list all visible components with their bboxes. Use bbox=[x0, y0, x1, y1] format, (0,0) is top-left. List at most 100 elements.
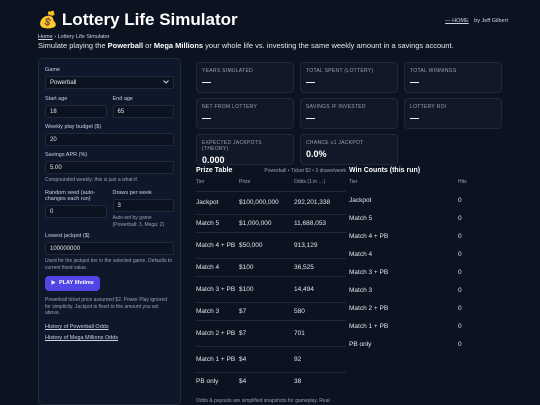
prize-table-section: Prize Table Powerball • Ticket $2 • 3 dr… bbox=[196, 167, 346, 390]
stat-card: SAVINGS IF INVESTED — bbox=[300, 98, 398, 129]
draws-input[interactable]: 3 bbox=[112, 198, 174, 212]
start-age-input[interactable]: 18 bbox=[45, 105, 107, 118]
home-link[interactable]: — HOME bbox=[445, 18, 469, 24]
game-label: Game bbox=[45, 67, 60, 73]
tier-cell: Match 3 + PB bbox=[349, 268, 389, 276]
breadcrumb-separator: › bbox=[54, 34, 57, 40]
tier-cell: Jackpot bbox=[349, 196, 372, 204]
tier-cell: Match 4 + PB bbox=[196, 231, 239, 258]
stat-card: LOTTERY ROI — bbox=[404, 98, 502, 129]
stat-value: — bbox=[306, 113, 315, 123]
jackpot-hint: Used for the jackpot tier in the selecte… bbox=[45, 258, 173, 271]
prize-cell: $100 bbox=[239, 275, 294, 302]
prize-table-header-row: Tier Prize Odds (1 in …) bbox=[196, 179, 346, 191]
prize-table-title: Prize Table bbox=[196, 167, 233, 174]
subtitle-game1: Powerball bbox=[107, 41, 144, 50]
tier-cell: Match 3 bbox=[349, 286, 373, 294]
stat-value: — bbox=[202, 113, 211, 123]
play-icon bbox=[51, 280, 56, 287]
prize-table-row: Match 3 $7 580 bbox=[196, 301, 346, 320]
hits-cell: 0 bbox=[458, 250, 462, 258]
stat-label: TOTAL SPENT (LOTTERY) bbox=[306, 68, 374, 74]
win-counts-row: Match 1 + PB 0 bbox=[349, 317, 499, 335]
stat-value: — bbox=[202, 77, 211, 87]
stat-card: CHANCE ≥1 JACKPOT 0.0% bbox=[300, 134, 398, 165]
tier-cell: Match 1 + PB bbox=[349, 322, 389, 330]
mega-millions-odds-link[interactable]: History of Mega Millions Odds bbox=[45, 335, 174, 341]
tier-cell: PB only bbox=[196, 371, 239, 390]
prize-cell: $100,000,000 bbox=[239, 190, 294, 214]
chevron-down-icon bbox=[163, 79, 169, 86]
breadcrumb-home-link[interactable]: Home bbox=[38, 34, 53, 40]
prize-cell: $50,000 bbox=[239, 231, 294, 258]
author-credit: by Jeff Gilbert bbox=[474, 18, 508, 24]
win-counts-row: Match 5 0 bbox=[349, 209, 499, 227]
hits-cell: 0 bbox=[458, 286, 462, 294]
stat-label: EXPECTED JACKPOTS (THEORY) bbox=[202, 140, 262, 152]
prize-table-row: Match 3 + PB $100 14,494 bbox=[196, 275, 346, 302]
tier-cell: Match 3 bbox=[196, 301, 239, 320]
prize-cell: $7 bbox=[239, 319, 294, 346]
budget-input[interactable]: 20 bbox=[45, 133, 174, 146]
win-counts-header-row: Tier Hits bbox=[349, 179, 499, 191]
win-counts-row: Match 2 + PB 0 bbox=[349, 299, 499, 317]
prize-table-row: Jackpot $100,000,000 292,201,338 bbox=[196, 190, 346, 214]
odds-cell: 701 bbox=[294, 319, 346, 346]
prize-cell: $1,000,000 bbox=[239, 213, 294, 232]
subtitle-text: or bbox=[143, 41, 154, 50]
prize-table-row: Match 2 + PB $7 701 bbox=[196, 319, 346, 346]
odds-cell: 36,525 bbox=[294, 257, 346, 276]
prize-table-meta: Powerball • Ticket $2 • 3 draws/week bbox=[264, 168, 346, 174]
hits-cell: 0 bbox=[458, 322, 462, 330]
tier-cell: Match 4 + PB bbox=[349, 232, 389, 240]
prize-table-row: PB only $4 38 bbox=[196, 371, 346, 390]
stats-panel: YEARS SIMULATED — TOTAL SPENT (LOTTERY) — TO… bbox=[196, 62, 502, 165]
win-counts-row: Jackpot 0 bbox=[349, 191, 499, 209]
win-counts-row: PB only 0 bbox=[349, 335, 499, 353]
tier-cell: Match 5 bbox=[349, 214, 373, 222]
tier-cell: Match 3 + PB bbox=[196, 275, 239, 302]
column-header: Odds (1 in …) bbox=[294, 179, 326, 185]
prize-table-row: Match 4 $100 36,525 bbox=[196, 257, 346, 276]
stat-label: YEARS SIMULATED bbox=[202, 68, 254, 74]
stat-card: TOTAL SPENT (LOTTERY) — bbox=[300, 62, 398, 93]
end-age-input[interactable]: 65 bbox=[112, 105, 174, 118]
subtitle-text: your whole life vs. investing the same w… bbox=[203, 41, 454, 50]
prize-cell: $100 bbox=[239, 257, 294, 276]
settings-panel: Game Powerball Start age 18 End age 65 W… bbox=[38, 58, 181, 405]
odds-cell: 38 bbox=[294, 371, 346, 390]
stat-label: NET FROM LOTTERY bbox=[202, 104, 258, 110]
game-select[interactable]: Powerball bbox=[45, 76, 174, 89]
stat-label: SAVINGS IF INVESTED bbox=[306, 104, 366, 110]
budget-label: Weekly play budget ($) bbox=[45, 124, 102, 130]
win-counts-row: Match 3 + PB 0 bbox=[349, 263, 499, 281]
win-counts-row: Match 4 + PB 0 bbox=[349, 227, 499, 245]
draws-hint: Auto-set by game (Powerball: 3, Mega: 2) bbox=[112, 214, 165, 228]
tier-cell: Match 4 bbox=[196, 257, 239, 276]
breadcrumb-current: Lottery Life Simulator bbox=[57, 34, 110, 40]
breadcrumb: Home › Lottery Life Simulator bbox=[38, 34, 508, 40]
page-title: Lottery Life Simulator bbox=[61, 10, 238, 29]
prize-table: Tier Prize Odds (1 in …) Jackpot $100,000… bbox=[196, 179, 346, 390]
win-counts-row: Match 3 0 bbox=[349, 281, 499, 299]
seed-input[interactable]: 0 bbox=[45, 204, 107, 218]
jackpot-input[interactable]: 100000000 bbox=[45, 242, 174, 256]
prize-table-row: Match 1 + PB $4 92 bbox=[196, 345, 346, 372]
hits-cell: 0 bbox=[458, 268, 462, 276]
start-age-label: Start age bbox=[45, 96, 68, 102]
subtitle-text: Simulate playing the bbox=[38, 41, 108, 50]
tier-cell: PB only bbox=[349, 340, 372, 348]
top-links: — HOME by Jeff Gilbert bbox=[445, 18, 508, 24]
powerball-odds-link[interactable]: History of Powerball Odds bbox=[45, 324, 174, 330]
page-header: 💰 Lottery Life Simulator — HOME by Jeff … bbox=[38, 10, 508, 50]
seed-label: Random seed (auto-changes each run) bbox=[45, 189, 96, 202]
win-counts-title: Win Counts (this run) bbox=[349, 167, 421, 174]
apr-input[interactable]: 5.00 bbox=[45, 161, 174, 174]
prize-cell: $4 bbox=[239, 345, 294, 372]
odds-cell: 913,129 bbox=[294, 231, 346, 258]
stat-value: — bbox=[306, 77, 315, 87]
odds-cell: 580 bbox=[294, 301, 346, 320]
play-lifetime-button[interactable]: PLAY lifetime bbox=[45, 275, 100, 291]
hits-cell: 0 bbox=[458, 214, 462, 222]
odds-cell: 14,494 bbox=[294, 275, 346, 302]
